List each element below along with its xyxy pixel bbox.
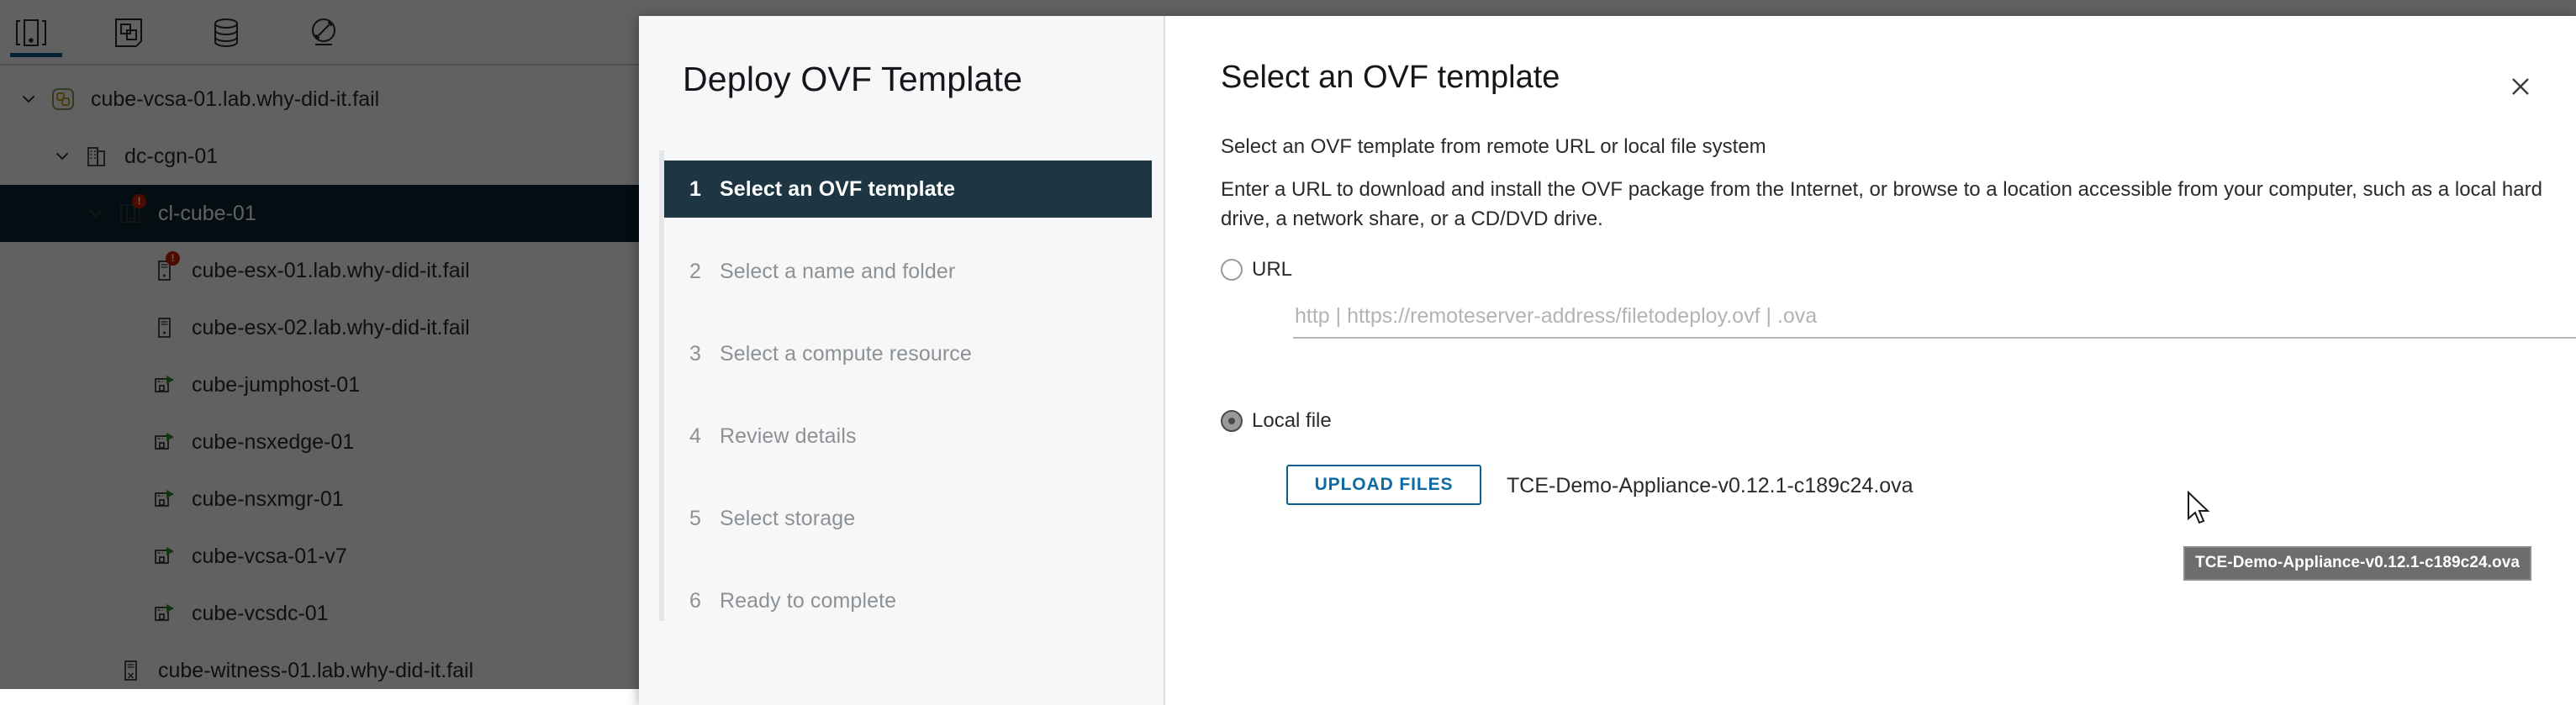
wizard-step-6[interactable]: 6Ready to complete: [664, 572, 1152, 629]
wizard-step-2[interactable]: 2Select a name and folder: [664, 243, 1152, 300]
source-option-url[interactable]: URL: [1221, 258, 1292, 281]
file-name-tooltip: TCE-Demo-Appliance-v0.12.1-c189c24.ova: [2183, 546, 2531, 581]
wizard-content-panel: Select an OVF template Select an OVF tem…: [1167, 16, 2576, 705]
wizard-step-label: Ready to complete: [720, 589, 896, 613]
step-spacer: [664, 300, 1152, 325]
wizard-step-5[interactable]: 5Select storage: [664, 490, 1152, 547]
panel-subheading: Select an OVF template from remote URL o…: [1221, 137, 1766, 157]
step-spacer: [664, 382, 1152, 408]
close-button[interactable]: [2502, 68, 2539, 105]
wizard-step-label: Select storage: [720, 507, 855, 531]
wizard-step-label: Review details: [720, 424, 857, 449]
panel-description: Enter a URL to download and install the …: [1221, 176, 2566, 234]
close-icon: [2508, 74, 2533, 99]
wizard-step-number: 2: [689, 260, 720, 284]
url-input-field[interactable]: [1293, 303, 2576, 339]
step-spacer: [664, 547, 1152, 572]
wizard-step-3[interactable]: 3Select a compute resource: [664, 325, 1152, 382]
radio-local-file-label: Local file: [1252, 409, 1332, 433]
wizard-step-panel: Deploy OVF Template 1Select an OVF templ…: [639, 16, 1165, 705]
dialog-title: Deploy OVF Template: [683, 60, 1022, 99]
wizard-step-label: Select an OVF template: [720, 177, 955, 202]
selected-file-name: TCE-Demo-Appliance-v0.12.1-c189c24.ova: [1507, 474, 1914, 498]
radio-url-mark[interactable]: [1221, 259, 1243, 281]
wizard-step-label: Select a compute resource: [720, 342, 972, 366]
mouse-cursor: [2186, 491, 2213, 528]
radio-url-label: URL: [1252, 258, 1292, 281]
upload-files-button[interactable]: UPLOAD FILES: [1286, 465, 1481, 505]
wizard-step-list[interactable]: 1Select an OVF template 2Select a name an…: [664, 160, 1152, 629]
wizard-step-4[interactable]: 4Review details: [664, 408, 1152, 465]
wizard-step-1[interactable]: 1Select an OVF template: [664, 160, 1152, 218]
radio-local-file-mark[interactable]: [1221, 410, 1243, 432]
wizard-step-label: Select a name and folder: [720, 260, 955, 284]
step-spacer: [664, 218, 1152, 243]
wizard-step-number: 1: [689, 177, 720, 202]
wizard-step-number: 6: [689, 589, 720, 613]
wizard-step-number: 4: [689, 424, 720, 449]
source-option-local-file[interactable]: Local file: [1221, 409, 1332, 433]
wizard-step-number: 5: [689, 507, 720, 531]
url-input[interactable]: [1293, 303, 2576, 329]
deploy-ovf-template-dialog: Deploy OVF Template 1Select an OVF templ…: [639, 16, 2576, 705]
step-spacer: [664, 465, 1152, 490]
wizard-step-number: 3: [689, 342, 720, 366]
page-title: Select an OVF template: [1221, 60, 1560, 96]
